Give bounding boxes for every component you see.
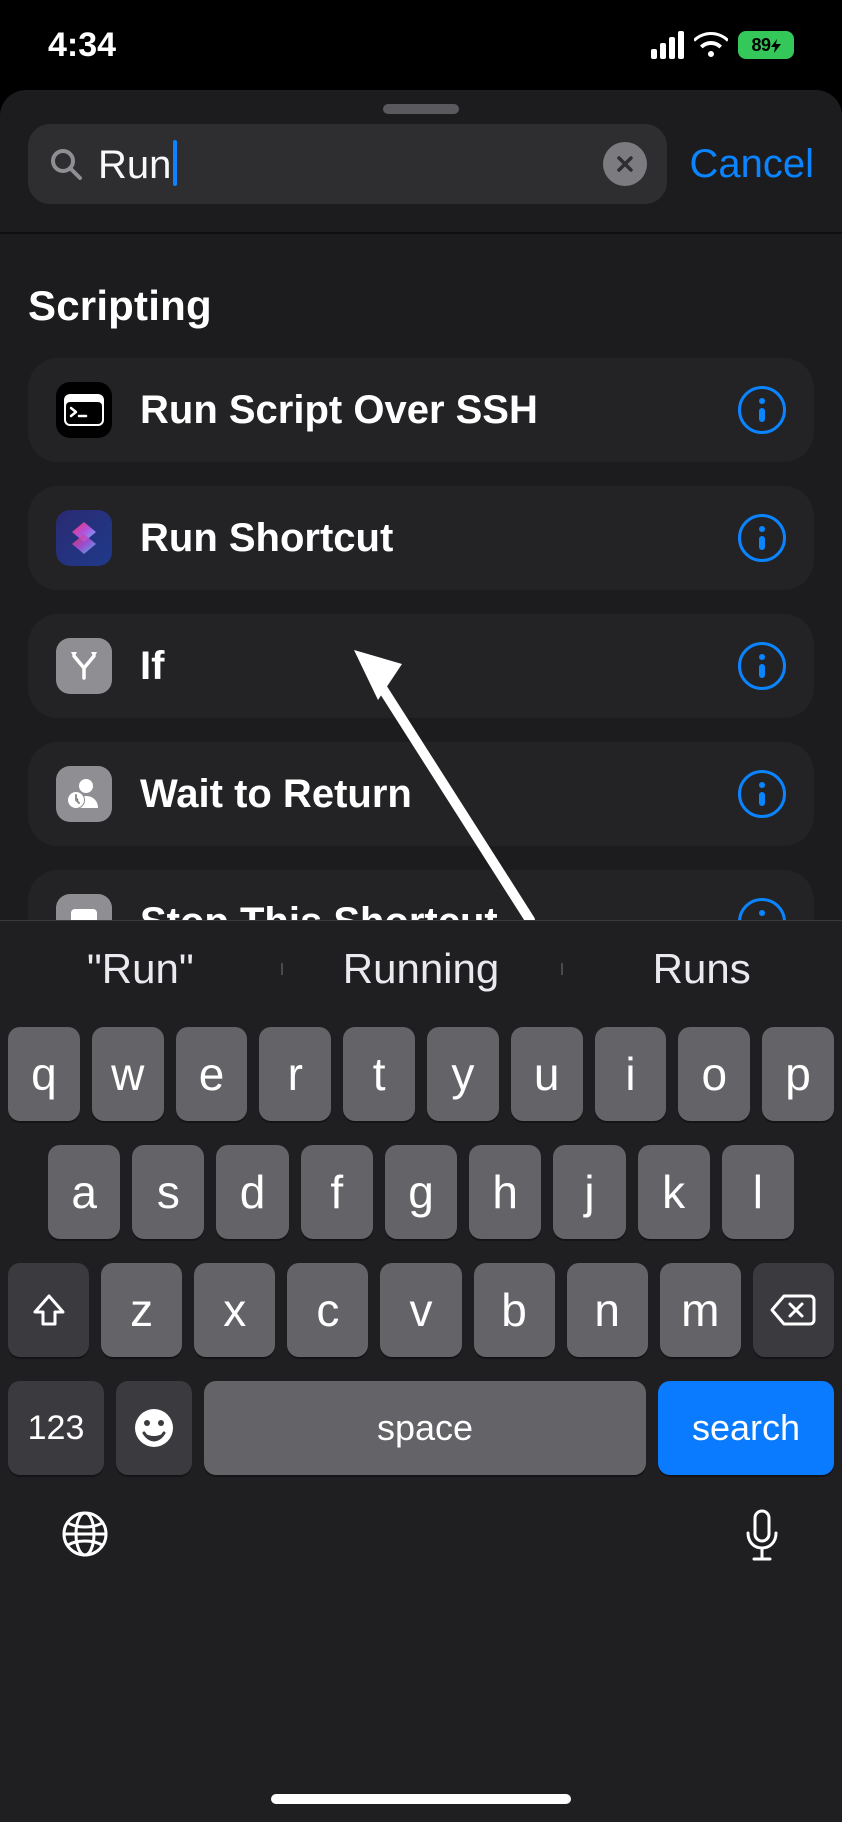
status-time: 4:34: [48, 26, 116, 65]
key-v[interactable]: v: [380, 1263, 461, 1357]
key-g[interactable]: g: [385, 1145, 457, 1239]
branch-icon: [56, 638, 112, 694]
action-if[interactable]: If: [28, 614, 814, 718]
info-icon: [752, 652, 772, 680]
info-button[interactable]: [738, 514, 786, 562]
key-t[interactable]: t: [343, 1027, 415, 1121]
battery-icon: 89: [738, 31, 794, 59]
info-button[interactable]: [738, 642, 786, 690]
key-e[interactable]: e: [176, 1027, 248, 1121]
action-label: Wait to Return: [140, 772, 710, 817]
info-icon: [752, 396, 772, 424]
results: Scripting Run Script Over SSH Run Shortc…: [0, 234, 842, 974]
cancel-button[interactable]: Cancel: [689, 142, 814, 187]
clear-button[interactable]: [603, 142, 647, 186]
shift-key[interactable]: [8, 1263, 89, 1357]
info-icon: [752, 524, 772, 552]
search-key[interactable]: search: [658, 1381, 834, 1475]
wifi-icon: [694, 32, 728, 58]
search-row: Run Cancel: [0, 124, 842, 232]
keyboard-row: a s d f g h j k l: [8, 1145, 834, 1239]
action-label: Run Script Over SSH: [140, 388, 710, 433]
close-icon: [615, 154, 635, 174]
key-d[interactable]: d: [216, 1145, 288, 1239]
dictation-icon[interactable]: [742, 1509, 782, 1565]
sheet-grabber[interactable]: [383, 104, 459, 114]
keyboard-footer: [0, 1475, 842, 1822]
backspace-icon: [770, 1293, 816, 1327]
key-u[interactable]: u: [511, 1027, 583, 1121]
action-run-script-over-ssh[interactable]: Run Script Over SSH: [28, 358, 814, 462]
action-list: Run Script Over SSH Run Shortcut If: [28, 358, 814, 974]
info-icon: [752, 780, 772, 808]
keyboard: "Run" Running Runs q w e r t y u i o p a…: [0, 920, 842, 1822]
cellular-icon: [651, 31, 684, 59]
key-n[interactable]: n: [567, 1263, 648, 1357]
key-w[interactable]: w: [92, 1027, 164, 1121]
numbers-key[interactable]: 123: [8, 1381, 104, 1475]
backspace-key[interactable]: [753, 1263, 834, 1357]
suggestion[interactable]: Running: [281, 945, 562, 993]
keyboard-row: z x c v b n m: [8, 1263, 834, 1357]
section-title: Scripting: [28, 282, 814, 330]
key-y[interactable]: y: [427, 1027, 499, 1121]
key-i[interactable]: i: [595, 1027, 667, 1121]
search-input[interactable]: Run: [28, 124, 667, 204]
terminal-icon: [56, 382, 112, 438]
key-f[interactable]: f: [301, 1145, 373, 1239]
action-label: If: [140, 644, 710, 689]
key-h[interactable]: h: [469, 1145, 541, 1239]
key-r[interactable]: r: [259, 1027, 331, 1121]
suggestion[interactable]: Runs: [561, 945, 842, 993]
key-o[interactable]: o: [678, 1027, 750, 1121]
action-wait-to-return[interactable]: Wait to Return: [28, 742, 814, 846]
keyboard-bottom-row: 123 space search: [0, 1381, 842, 1475]
key-p[interactable]: p: [762, 1027, 834, 1121]
key-j[interactable]: j: [553, 1145, 625, 1239]
shift-icon: [29, 1290, 69, 1330]
action-label: Run Shortcut: [140, 516, 710, 561]
space-key[interactable]: space: [204, 1381, 646, 1475]
emoji-icon: [133, 1407, 175, 1449]
key-x[interactable]: x: [194, 1263, 275, 1357]
key-k[interactable]: k: [638, 1145, 710, 1239]
key-c[interactable]: c: [287, 1263, 368, 1357]
keyboard-suggestions: "Run" Running Runs: [0, 921, 842, 1017]
keyboard-row: q w e r t y u i o p: [8, 1027, 834, 1121]
emoji-key[interactable]: [116, 1381, 192, 1475]
shortcuts-app-icon: [56, 510, 112, 566]
home-indicator[interactable]: [271, 1794, 571, 1804]
status-bar: 4:34 89: [0, 0, 842, 90]
key-b[interactable]: b: [474, 1263, 555, 1357]
globe-icon[interactable]: [60, 1509, 110, 1559]
action-picker-sheet: Run Cancel Scripting Run Script Over SSH: [0, 90, 842, 1822]
status-right: 89: [651, 31, 794, 59]
key-s[interactable]: s: [132, 1145, 204, 1239]
info-button[interactable]: [738, 770, 786, 818]
search-icon: [48, 146, 84, 182]
person-clock-icon: [56, 766, 112, 822]
key-a[interactable]: a: [48, 1145, 120, 1239]
key-m[interactable]: m: [660, 1263, 741, 1357]
key-q[interactable]: q: [8, 1027, 80, 1121]
suggestion[interactable]: "Run": [0, 945, 281, 993]
info-button[interactable]: [738, 386, 786, 434]
action-run-shortcut[interactable]: Run Shortcut: [28, 486, 814, 590]
key-l[interactable]: l: [722, 1145, 794, 1239]
key-z[interactable]: z: [101, 1263, 182, 1357]
search-input-value: Run: [98, 140, 177, 188]
